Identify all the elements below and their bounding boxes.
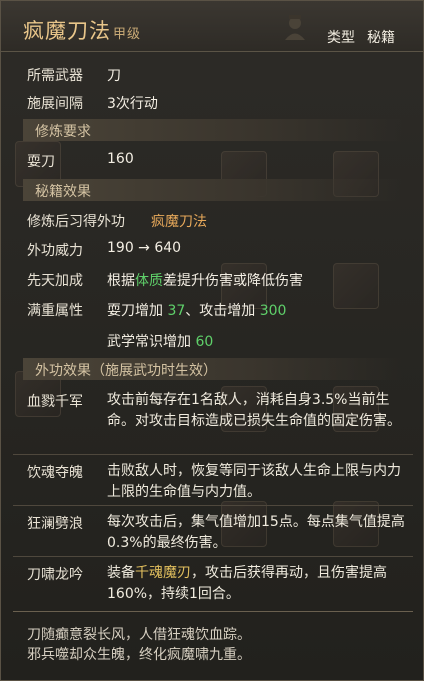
- flavor-line-1: 刀随癫意裂长风，人借狂魂饮血踪。: [27, 627, 251, 643]
- flavor-line-2: 邪兵噬却众生魄，终化疯魔啸九重。: [27, 647, 251, 663]
- skill-name: 疯魔刀法: [23, 19, 111, 43]
- requirement-title: 修炼要求: [35, 124, 91, 140]
- innate-label: 先天加成: [27, 273, 83, 289]
- effect-divider: [13, 556, 413, 557]
- interval-label: 施展间隔: [27, 96, 83, 112]
- effect-name-4: 刀啸龙吟: [27, 567, 83, 583]
- effects-section-header: 秘籍效果: [23, 179, 403, 201]
- innate-value: 根据体质差提升伤害或降低伤害: [107, 270, 303, 290]
- tooltip-header: 疯魔刀法 甲级 类型 秘籍: [1, 1, 423, 52]
- weapon-value: 刀: [107, 68, 121, 84]
- effect-name-2: 饮魂夺魄: [27, 465, 83, 481]
- requirement-section-header: 修炼要求: [23, 119, 403, 141]
- type-label: 类型: [327, 30, 355, 46]
- full-2a: 武学常识增加: [107, 334, 196, 350]
- interval-value: 3次行动: [107, 96, 158, 112]
- effect-text-4: 装备千魂魔刃，攻击后获得再动，且伤害提高160%，持续1回合。: [107, 563, 407, 605]
- bg-item-icon: [333, 263, 379, 309]
- type-value: 秘籍: [367, 30, 395, 46]
- effect-4-weapon: 千魂魔刃: [135, 565, 191, 581]
- flavor-divider: [13, 611, 413, 612]
- effect-text-2: 击败敌人时，恢复等同于该敌人生命上限与内力上限的生命值与内力值。: [107, 463, 401, 500]
- effect-text-3: 每次攻击后，集气值增加15点。每点集气值提高0.3%的最终伤害。: [107, 514, 405, 551]
- full-weight-value-2: 武学常识增加 60: [107, 331, 213, 351]
- effect-4-pre: 装备: [107, 565, 135, 581]
- effect-divider: [13, 505, 413, 506]
- required-skill-label: 耍刀: [27, 154, 55, 170]
- flavor-text: 刀随癫意裂长风，人借狂魂饮血踪。 邪兵噬却众生魄，终化疯魔啸九重。: [27, 625, 251, 665]
- innate-attribute: 体质: [135, 273, 163, 289]
- required-skill-value: 160: [107, 151, 134, 167]
- weapon-label: 所需武器: [27, 68, 83, 84]
- skill-title: 疯魔刀法 甲级: [23, 15, 141, 45]
- learn-label: 修炼后习得外功: [27, 214, 125, 230]
- combat-title: 外功效果（施展武功时生效）: [35, 363, 217, 379]
- effect-name-3: 狂澜劈浪: [27, 516, 83, 532]
- power-label: 外功威力: [27, 243, 83, 259]
- full-2b: 60: [195, 334, 214, 350]
- power-value: 190 → 640: [107, 240, 182, 256]
- full-1b: 37: [167, 303, 186, 319]
- character-portrait-icon: [285, 15, 305, 40]
- combat-section-header: 外功效果（施展武功时生效）: [23, 358, 403, 380]
- effect-name-1: 血戮千军: [27, 394, 83, 410]
- innate-post: 差提升伤害或降低伤害: [163, 273, 303, 289]
- effect-divider: [13, 454, 413, 455]
- full-weight-label: 满重属性: [27, 303, 83, 319]
- full-1c: 、攻击增加: [185, 303, 260, 319]
- full-1a: 耍刀增加: [107, 303, 168, 319]
- skill-grade: 甲级: [113, 27, 142, 42]
- skill-tooltip-panel: 疯魔刀法 甲级 类型 秘籍 所需武器 刀 施展间隔 3次行动 修炼要求 耍刀 16…: [0, 0, 424, 681]
- effects-title: 秘籍效果: [35, 184, 91, 200]
- full-weight-value-1: 耍刀增加 37、攻击增加 300: [107, 300, 286, 320]
- full-1d: 300: [259, 303, 287, 319]
- learn-value: 疯魔刀法: [151, 214, 207, 230]
- innate-pre: 根据: [107, 273, 135, 289]
- effect-text-1: 攻击前每存在1名敌人，消耗自身3.5%当前生命。对攻击目标造成已损失生命值的固定…: [107, 392, 401, 429]
